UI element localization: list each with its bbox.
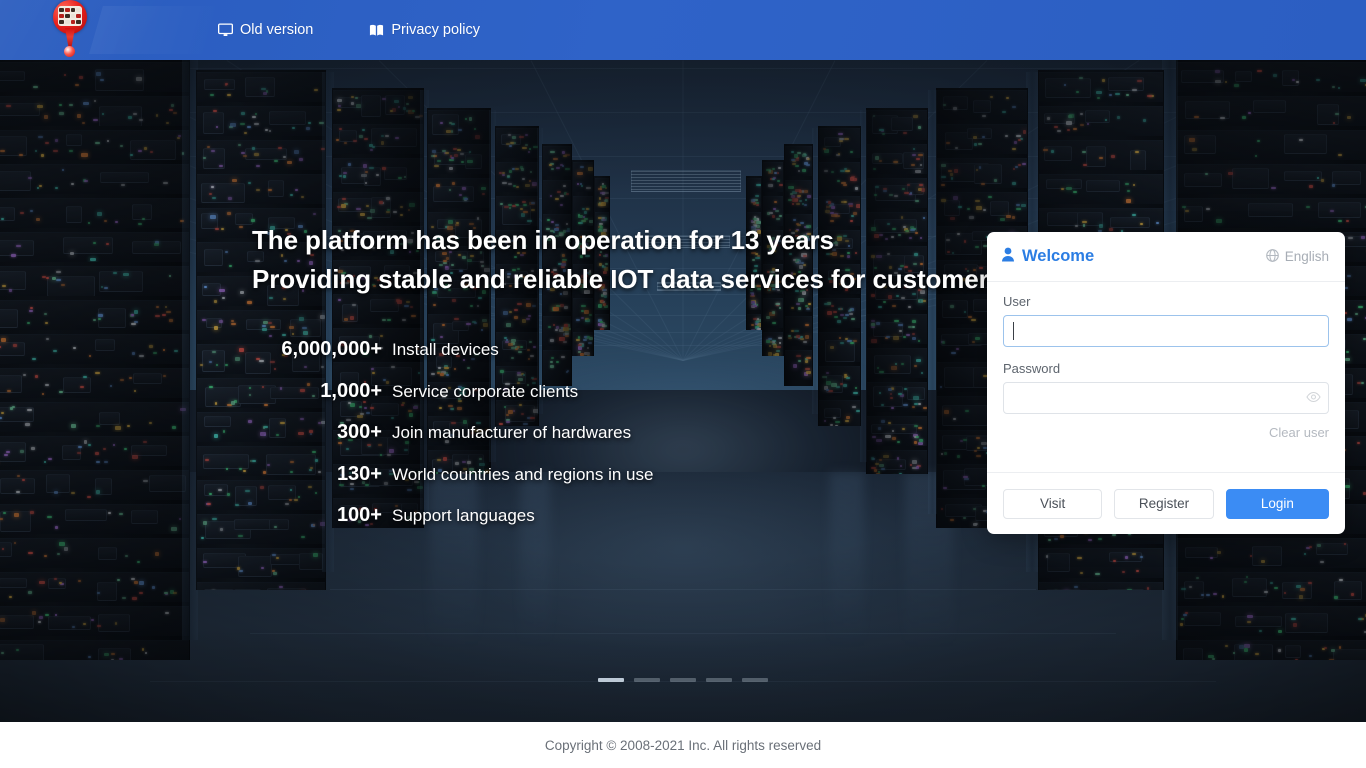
carousel-indicators[interactable] [598,678,768,682]
login-panel: Welcome English User Password Clear user… [987,232,1345,534]
user-field-label: User [1003,294,1031,309]
user-field[interactable] [1003,315,1329,347]
hero-stat-label: Support languages [392,506,535,525]
hero-stat-row: 6,000,000+ Install devices [252,338,653,380]
hero-stat-row: 1,000+ Service corporate clients [252,380,653,422]
hero-stat-number: 130+ [336,462,382,485]
nav-item-privacy-policy[interactable]: Privacy policy [369,22,480,38]
language-selector[interactable]: English [1265,248,1329,265]
hero-stat-label: Join manufacturer of hardwares [392,423,632,442]
hero-stat-number: 300+ [336,421,382,443]
password-field[interactable] [1003,382,1329,414]
hero-stats-list: 6,000,000+ Install devices 1,000+ Service c… [252,338,653,546]
top-header: Old version Privacy policy [0,0,1366,60]
hero-stat-row: 300+ Join manufacturer of hardwares [252,421,653,463]
register-button[interactable]: Register [1114,488,1214,519]
hero-stat-label: World countries and regions in use [392,464,654,484]
hero-stat-label: Install devices [392,340,499,359]
carousel-dot[interactable] [742,678,768,682]
globe-icon [1265,248,1279,265]
clear-user-link[interactable]: Clear user [1003,425,1329,440]
header-decoration-stripe [89,6,223,54]
logo-pin-dot [64,46,75,57]
logo-pin-face [58,6,82,26]
book-icon [369,23,384,37]
hero-stat-number: 1,000+ [320,379,382,402]
login-panel-footer: Visit Register Login [987,472,1345,534]
user-input[interactable] [1003,315,1329,347]
login-button[interactable]: Login [1225,488,1329,519]
login-panel-header: Welcome English [987,232,1345,282]
login-form: User Password Clear user [987,282,1345,440]
monitor-icon [218,23,233,37]
language-label: English [1284,249,1329,264]
hero-stat-number: 100+ [336,504,382,526]
login-title: Welcome [1001,247,1094,267]
copyright-text: Copyright © 2008-2021 Inc. All rights re… [544,737,822,753]
hero-stat-number: 6,000,000+ [281,338,382,360]
user-icon [1001,247,1015,267]
nav-item-privacy-policy-label: Privacy policy [391,22,480,38]
carousel-dot[interactable] [706,678,732,682]
text-cursor [1013,322,1014,340]
password-field-label: Password [1003,361,1061,376]
nav-item-old-version-label: Old version [240,22,314,38]
balloon-pin-logo[interactable] [44,0,96,60]
login-title-label: Welcome [1022,247,1095,265]
hero-stat-row: 130+ World countries and regions in use [252,462,654,505]
nav-item-old-version[interactable]: Old version [218,22,313,38]
visit-button[interactable]: Visit [1003,488,1103,519]
page-footer: Copyright © 2008-2021 Inc. All rights re… [0,722,1366,768]
password-input[interactable] [1003,382,1329,414]
eye-icon[interactable] [1306,390,1321,409]
carousel-dot[interactable] [634,678,660,682]
hero-stat-row: 100+ Support languages [252,504,653,546]
main-nav: Old version Privacy policy [218,0,480,60]
carousel-dot[interactable] [670,678,696,682]
hero-stat-label: Service corporate clients [392,381,579,401]
carousel-dot[interactable] [598,678,624,682]
